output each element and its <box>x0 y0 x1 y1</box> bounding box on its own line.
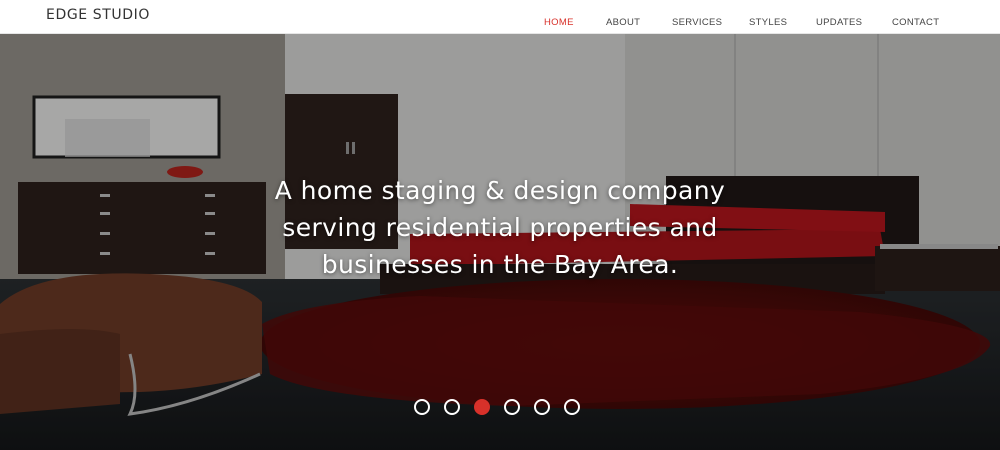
carousel-dot-1[interactable] <box>414 399 430 415</box>
carousel-dot-6[interactable] <box>564 399 580 415</box>
carousel-dot-2[interactable] <box>444 399 460 415</box>
hero-caption: A home staging & design company serving … <box>200 172 800 283</box>
nav-styles[interactable]: STYLES <box>749 17 787 28</box>
carousel-dot-5[interactable] <box>534 399 550 415</box>
hero-caption-line-3: businesses in the Bay Area. <box>321 250 679 279</box>
top-navbar: EDGE STUDIO HOME ABOUT SERVICES STYLES U… <box>0 0 1000 34</box>
nav-home[interactable]: HOME <box>544 17 574 28</box>
hero-caption-line-1: A home staging & design company <box>274 176 726 205</box>
main-nav: HOME ABOUT SERVICES STYLES UPDATES CONTA… <box>0 10 1000 28</box>
nav-about[interactable]: ABOUT <box>606 17 640 28</box>
nav-contact[interactable]: CONTACT <box>892 17 939 28</box>
carousel-dot-3[interactable] <box>474 399 490 415</box>
hero-caption-line-2: serving residential properties and <box>282 213 718 242</box>
nav-updates[interactable]: UPDATES <box>816 17 862 28</box>
hero-carousel: A home staging & design company serving … <box>0 34 1000 450</box>
carousel-dot-4[interactable] <box>504 399 520 415</box>
nav-services[interactable]: SERVICES <box>672 17 722 28</box>
